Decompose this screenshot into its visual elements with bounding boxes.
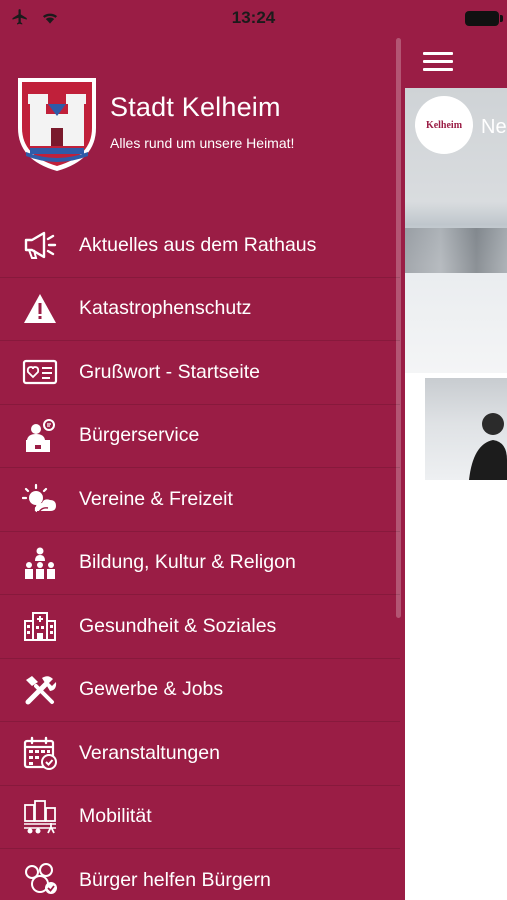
menu-item-vereine[interactable]: Vereine & Freizeit xyxy=(0,468,400,532)
calendar-icon xyxy=(20,733,60,773)
sun-cloud-icon xyxy=(20,479,60,519)
status-bar: 13:24 xyxy=(0,0,507,36)
hero-treeline xyxy=(405,228,507,273)
background-screen: Kelheim Ne xyxy=(405,0,507,900)
hospital-building-icon xyxy=(20,606,60,646)
megaphone-icon xyxy=(20,225,60,265)
people-group-icon xyxy=(20,543,60,583)
menu-item-gewerbe[interactable]: Gewerbe & Jobs xyxy=(0,659,400,722)
menu-item-label: Gewerbe & Jobs xyxy=(79,678,224,701)
citizen-service-icon xyxy=(20,416,60,456)
menu-item-label: Grußwort - Startseite xyxy=(79,360,260,383)
menu-item-gesundheit[interactable]: Gesundheit & Soziales xyxy=(0,595,400,659)
navigation-drawer: Stadt Kelheim Alles rund um unsere Heima… xyxy=(0,0,405,900)
greeting-card-icon xyxy=(20,352,60,392)
coat-of-arms-logo xyxy=(18,78,96,171)
city-mobility-icon xyxy=(20,797,60,837)
menu-item-label: Veranstaltungen xyxy=(79,741,220,764)
background-partial-heading: Ne xyxy=(481,116,507,138)
menu-item-buergerservice[interactable]: Bürgerservice xyxy=(0,405,400,468)
kelheim-logo-text: Kelheim xyxy=(425,119,463,131)
menu-item-aktuelles[interactable]: Aktuelles aus dem Rathaus xyxy=(0,214,400,278)
menu-item-katastrophenschutz[interactable]: Katastrophenschutz xyxy=(0,278,400,341)
menu-item-bildung[interactable]: Bildung, Kultur & Religon xyxy=(0,532,400,595)
menu-item-label: Bürgerservice xyxy=(79,424,200,447)
app-subtitle: Alles rund um unsere Heimat! xyxy=(110,135,295,151)
helping-hands-icon xyxy=(20,860,60,900)
battery-icon xyxy=(465,11,503,26)
menu-item-mobilitaet[interactable]: Mobilität xyxy=(0,786,400,849)
menu-item-label: Mobilität xyxy=(79,805,152,828)
tools-icon xyxy=(20,670,60,710)
background-thumbnail[interactable] xyxy=(425,378,507,480)
person-silhouette xyxy=(469,413,507,480)
menu-item-veranstaltungen[interactable]: Veranstaltungen xyxy=(0,722,400,786)
menu-item-grusswort[interactable]: Grußwort - Startseite xyxy=(0,341,400,405)
menu-item-label: Bildung, Kultur & Religon xyxy=(79,551,296,574)
menu-item-label: Bürger helfen Bürgern xyxy=(79,868,271,891)
menu-item-label: Vereine & Freizeit xyxy=(79,487,233,510)
menu-item-buerger-helfen[interactable]: Bürger helfen Bürgern xyxy=(0,849,400,900)
menu-item-label: Aktuelles aus dem Rathaus xyxy=(79,233,317,256)
app-title: Stadt Kelheim xyxy=(110,92,281,122)
status-time: 13:24 xyxy=(231,8,276,27)
warning-icon xyxy=(20,289,60,329)
kelheim-logo-badge: Kelheim xyxy=(415,96,473,154)
drawer-menu: Aktuelles aus dem Rathaus Katastrophensc… xyxy=(0,214,400,900)
menu-item-label: Gesundheit & Soziales xyxy=(79,614,277,637)
hamburger-menu-icon[interactable] xyxy=(423,52,453,72)
drawer-header: Stadt Kelheim Alles rund um unsere Heima… xyxy=(16,76,396,176)
menu-item-label: Katastrophenschutz xyxy=(79,297,252,320)
